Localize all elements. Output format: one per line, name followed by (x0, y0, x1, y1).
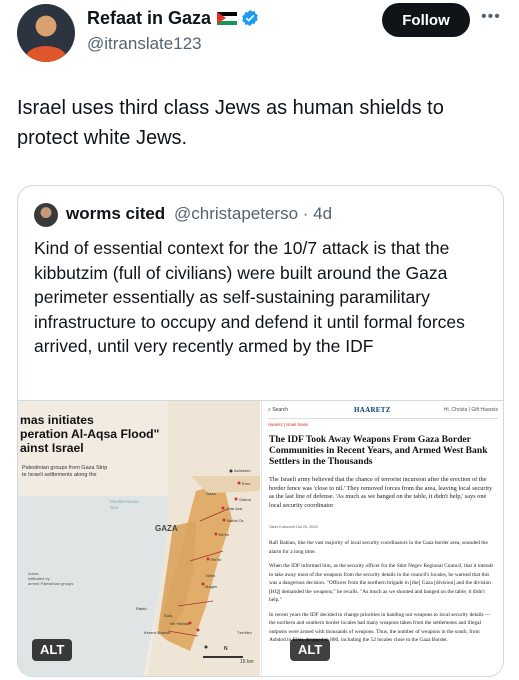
map-scale: 15 km (240, 659, 254, 665)
map-place: Erez (242, 481, 251, 486)
quote-author-handle: @christapeterso · 4d (174, 204, 333, 223)
article-body: Rafi Babian, like the vast majority of l… (269, 539, 497, 651)
article-breadcrumb: Haaretz | Israel News (268, 422, 308, 427)
follow-button[interactable]: Follow (382, 3, 470, 37)
map-place: Nahal Oz (227, 518, 244, 523)
map-gaza-label: GAZA (155, 524, 178, 533)
verified-badge-icon (242, 9, 258, 27)
author-name[interactable]: Refaat in Gaza (87, 8, 211, 28)
map-place: Nir Yitzhak (170, 621, 190, 626)
haaretz-logo: HAARETZ (354, 406, 391, 414)
article-paragraph: Rafi Babian, like the vast majority of l… (269, 540, 488, 555)
map-place: Sufa (164, 613, 173, 618)
map-image[interactable]: mas initiates peration Al-Aqsa Flood" ai… (18, 401, 260, 676)
article-search: ⌕ Search (268, 407, 289, 413)
map-place: Magen (205, 584, 218, 589)
map-place: Ashkelon (234, 468, 251, 473)
article-headline: The IDF Took Away Weapons From Gaza Bord… (269, 434, 488, 467)
map-title: mas initiates peration Al-Aqsa Flood" ai… (20, 413, 160, 455)
article-paragraph: When the IDF informed him, as the securi… (269, 563, 494, 603)
palestine-flag-icon (217, 12, 238, 25)
map-place: Kfar Aza (227, 506, 243, 511)
map-place: Tze'elim (237, 630, 252, 635)
quote-author-name: worms cited (66, 204, 166, 223)
author-handle[interactable]: @itranslate123 (87, 34, 202, 54)
quote-author-avatar (34, 203, 58, 227)
author-name-row[interactable]: Refaat in Gaza (87, 8, 259, 29)
article-top-links: Hi, Christa | Gift Haaretz (443, 407, 498, 413)
article-image[interactable]: ⌕ Search HAARETZ Hi, Christa | Gift Haar… (261, 401, 503, 676)
map-place: Kerem Shalom (144, 630, 171, 635)
quoted-tweet-card[interactable]: worms cited @christapeterso · 4d Kind of… (17, 185, 504, 677)
article-topbar: ⌕ Search HAARETZ Hi, Christa | Gift Haar… (268, 406, 498, 417)
map-place: Be'eri (219, 532, 230, 537)
north-arrow-icon: N (224, 646, 228, 652)
map-place: Gaza (206, 491, 216, 496)
map-place: Sderot (239, 497, 251, 502)
quote-media: mas initiates peration Al-Aqsa Flood" ai… (18, 400, 503, 676)
article-dek: The Israeli army believed that the chanc… (269, 476, 493, 509)
map-place: Re'im (211, 557, 222, 562)
quote-text: Kind of essential context for the 10/7 a… (34, 238, 465, 356)
map-subtitle: Palestinian groups from Gaza Strip te Is… (22, 465, 108, 478)
map-place: Nirim (206, 573, 216, 578)
author-avatar[interactable] (17, 4, 75, 62)
map-place: Rafah (136, 606, 147, 611)
article-byline: Yaniv Kubovich Oct 20, 2023 (269, 525, 318, 529)
map-sea-label: Mediterranean Sea (110, 499, 140, 510)
alt-badge-article[interactable]: ALT (290, 639, 331, 661)
tweet-text: Israel uses third class Jews as human sh… (17, 97, 444, 149)
divider (268, 418, 498, 419)
map-legend: Areas infiltrated by armed Palestinian g… (28, 571, 74, 586)
more-options-icon[interactable]: ••• (481, 8, 501, 26)
alt-badge-map[interactable]: ALT (32, 639, 73, 661)
